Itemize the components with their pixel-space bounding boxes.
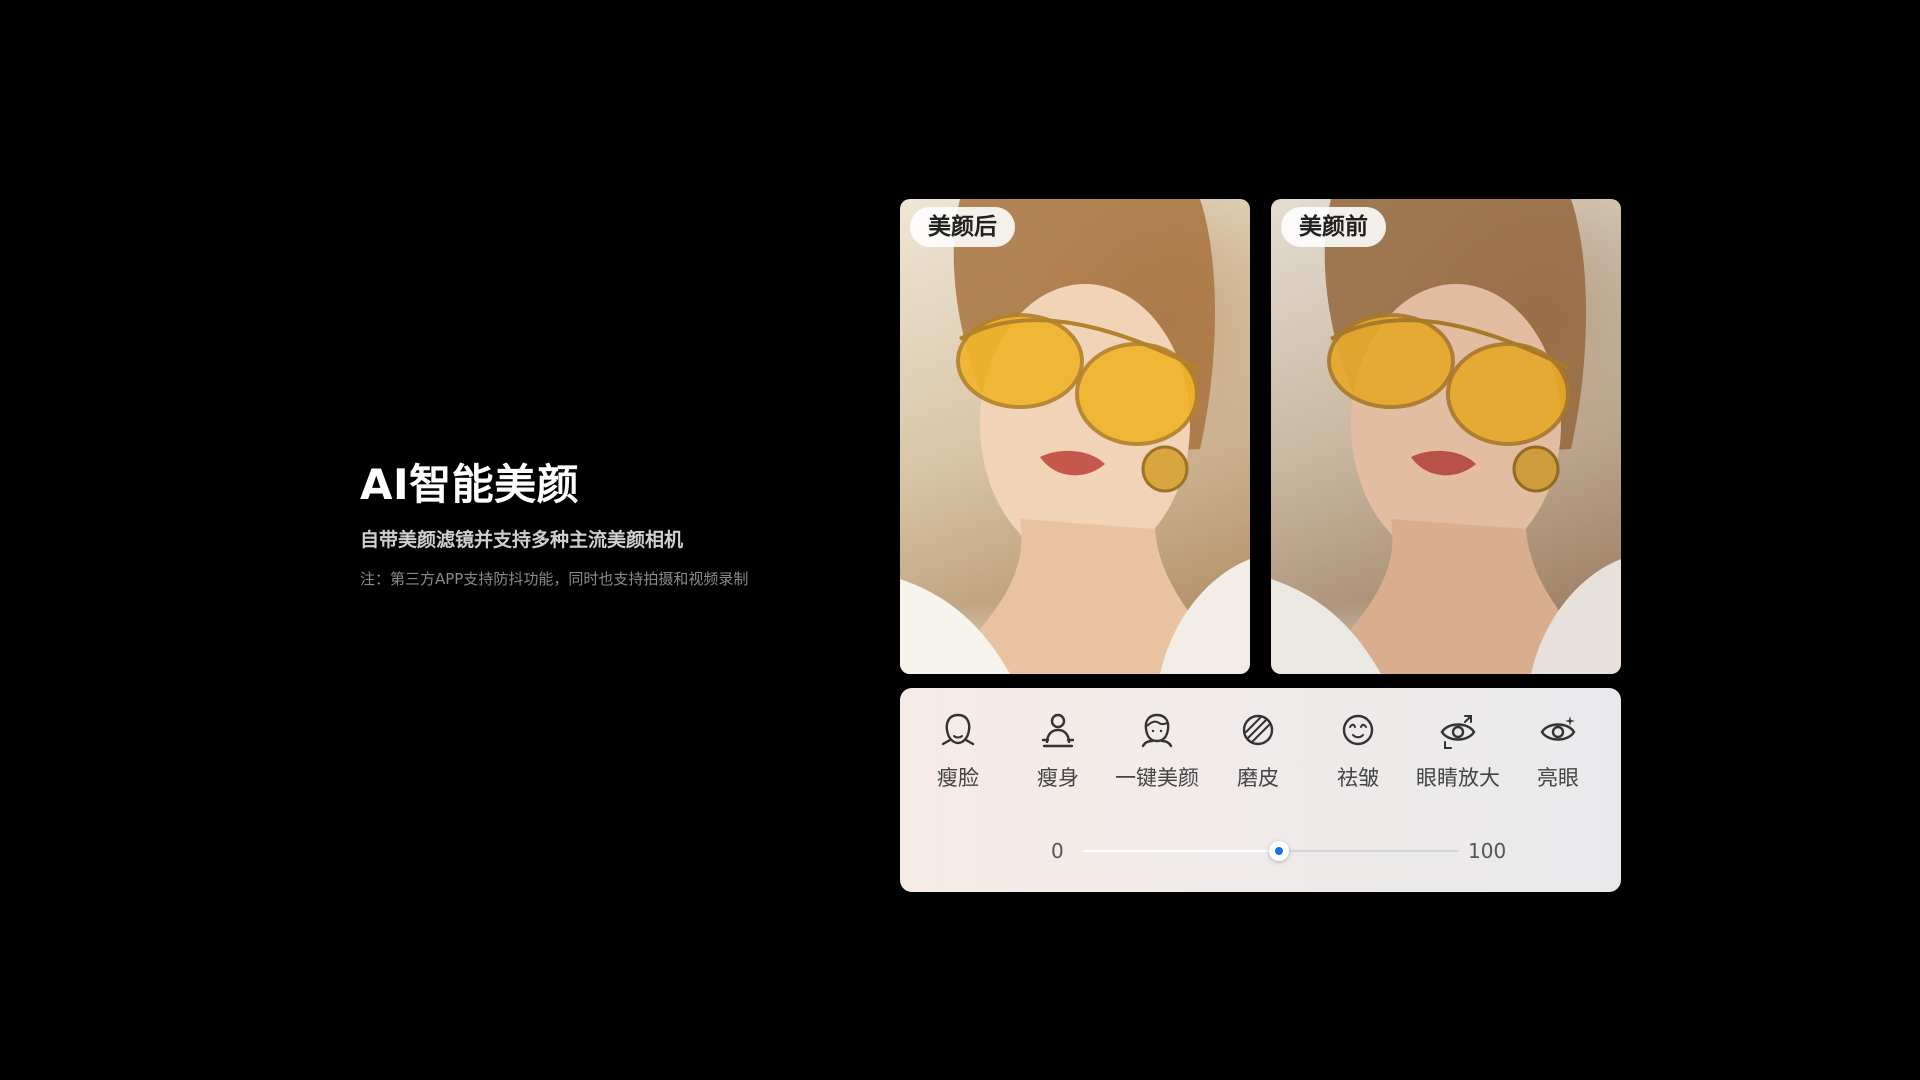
after-label-badge: 美颜后: [910, 207, 1015, 247]
tool-eye-brighten[interactable]: 亮眼: [1510, 710, 1606, 792]
tool-label: 一键美颜: [1115, 766, 1199, 790]
tool-skin-smooth[interactable]: 磨皮: [1210, 710, 1306, 792]
after-photo: 美颜后: [900, 199, 1250, 674]
footnote: 注：第三方APP支持防抖功能，同时也支持拍摄和视频录制: [360, 570, 749, 588]
beauty-tools: 瘦脸 瘦身 一键美颜 磨皮 祛皱 眼睛放大 亮眼: [900, 710, 1621, 810]
beauty-control-panel: 瘦脸 瘦身 一键美颜 磨皮 祛皱 眼睛放大 亮眼 0 100: [900, 688, 1621, 892]
slider-min-label: 0: [1051, 839, 1064, 863]
eye-brighten-icon: [1540, 716, 1576, 741]
tool-label: 磨皮: [1237, 766, 1279, 790]
tool-label: 祛皱: [1337, 766, 1379, 790]
tool-label: 亮眼: [1537, 766, 1579, 790]
before-photo: 美颜前: [1271, 199, 1621, 674]
before-label-badge: 美颜前: [1281, 207, 1386, 247]
intro-text-block: AI智能美颜 自带美颜滤镜并支持多种主流美颜相机 注：第三方APP支持防抖功能，…: [360, 456, 840, 590]
intensity-slider[interactable]: 0 100: [900, 836, 1621, 866]
skin-smooth-icon: [1242, 714, 1274, 746]
slider-fill: [1083, 850, 1279, 852]
tool-face-slim[interactable]: 瘦脸: [910, 710, 1006, 792]
tool-label: 眼睛放大: [1416, 766, 1500, 790]
slider-max-label: 100: [1468, 839, 1507, 863]
face-slim-icon: [941, 713, 975, 746]
portrait-illustration-after: [900, 199, 1250, 674]
tool-label: 瘦脸: [937, 766, 979, 790]
slider-thumb[interactable]: [1268, 841, 1289, 861]
tool-one-tap-beauty[interactable]: 一键美颜: [1109, 710, 1205, 792]
tool-eye-enlarge[interactable]: 眼睛放大: [1410, 710, 1506, 792]
headline: AI智能美颜: [360, 460, 580, 509]
slider-track[interactable]: [1083, 841, 1459, 861]
tool-label: 瘦身: [1037, 766, 1079, 790]
tool-body-slim[interactable]: 瘦身: [1010, 710, 1106, 792]
body-slim-icon: [1041, 713, 1075, 748]
wrinkle-remove-icon: [1342, 714, 1374, 746]
portrait-illustration-before: [1271, 199, 1621, 674]
eye-enlarge-icon: [1440, 715, 1476, 749]
page: AI智能美颜 自带美颜滤镜并支持多种主流美颜相机 注：第三方APP支持防抖功能，…: [0, 0, 1920, 1080]
subtitle: 自带美颜滤镜并支持多种主流美颜相机: [360, 529, 684, 551]
one-tap-beauty-icon: [1141, 713, 1173, 748]
tool-wrinkle-remove[interactable]: 祛皱: [1310, 710, 1406, 792]
